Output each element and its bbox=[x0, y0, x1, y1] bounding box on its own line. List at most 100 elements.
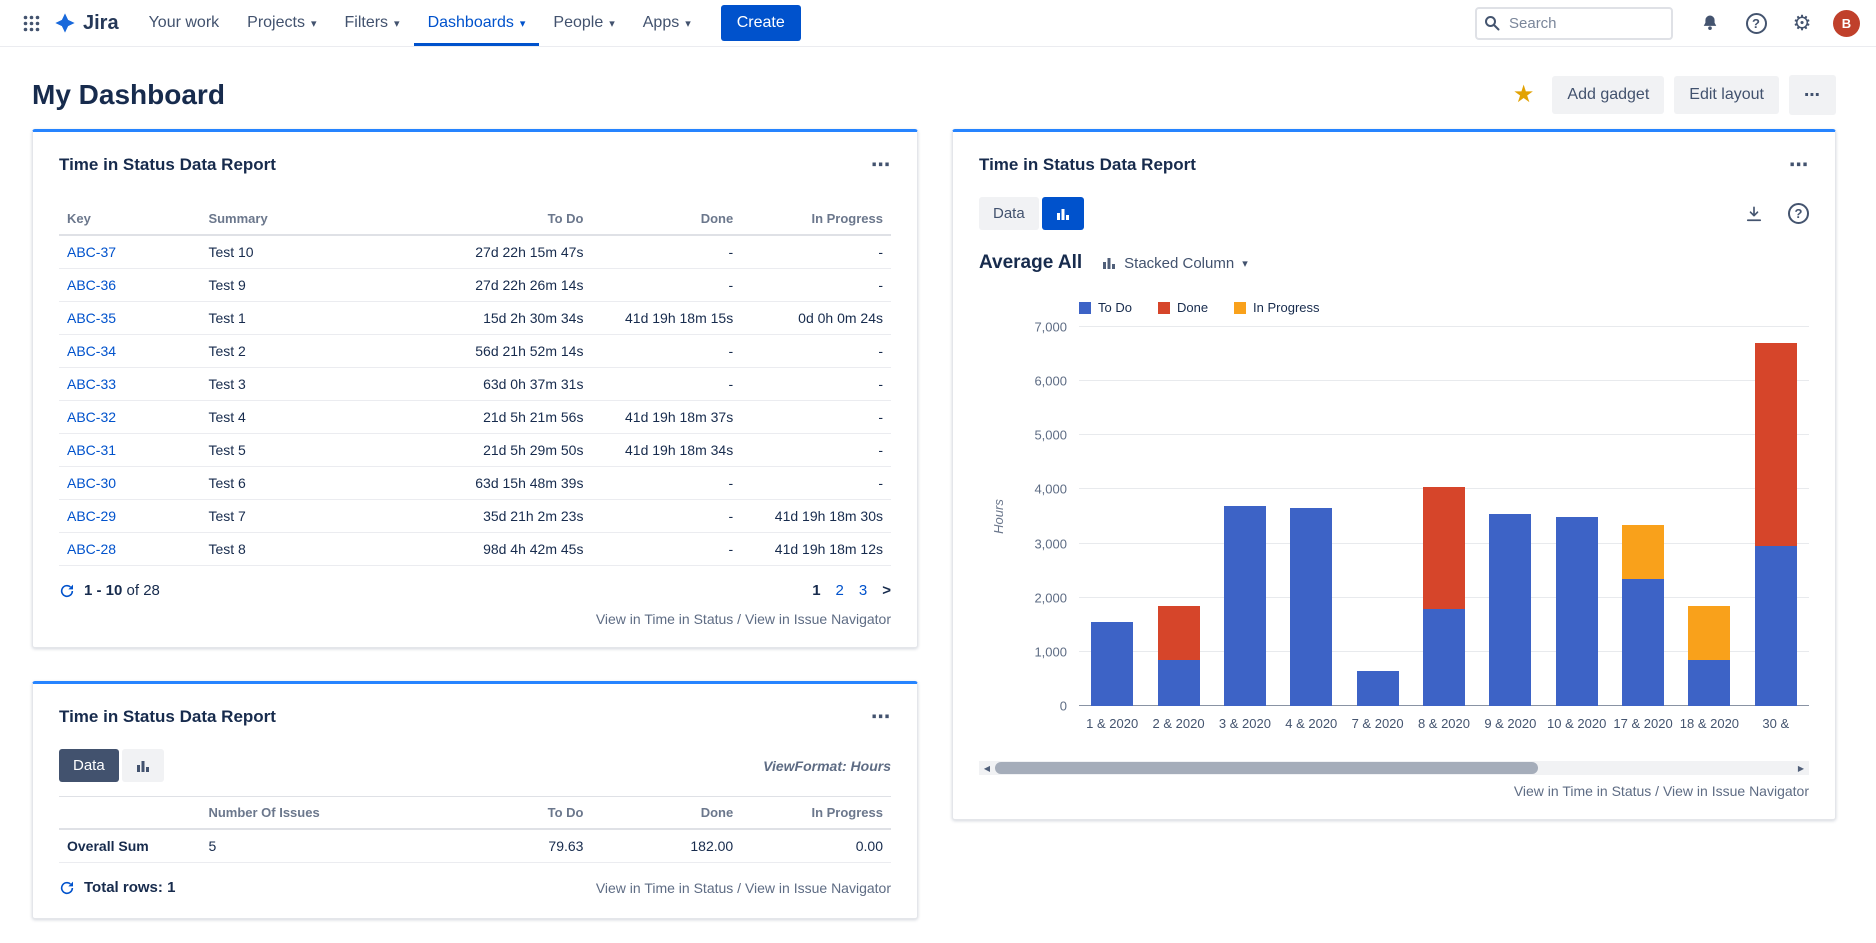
table-row: ABC-36Test 927d 22h 26m 14s-- bbox=[59, 269, 891, 302]
todo-value: 63d 0h 37m 31s bbox=[392, 368, 592, 401]
y-tick-label: 2,000 bbox=[1034, 590, 1067, 605]
done-value: - bbox=[591, 500, 741, 533]
data-view-button[interactable]: Data bbox=[979, 197, 1039, 230]
scroll-right-arrow-icon[interactable]: ▶ bbox=[1793, 761, 1809, 775]
dashboard-more-menu-icon[interactable]: ⋯ bbox=[1789, 75, 1836, 115]
page-link-2[interactable]: 2 bbox=[836, 582, 844, 599]
pager-row: 1 - 10 of 28 123> bbox=[33, 566, 917, 603]
nav-dashboards[interactable]: Dashboards▾ bbox=[414, 0, 540, 46]
refresh-icon[interactable] bbox=[59, 583, 75, 599]
legend-item-done[interactable]: Done bbox=[1158, 300, 1208, 315]
next-page-button[interactable]: > bbox=[882, 582, 891, 599]
app-switcher-icon[interactable] bbox=[16, 8, 46, 38]
inprogress-value: 0d 0h 0m 24s bbox=[741, 302, 891, 335]
search-icon bbox=[1484, 15, 1500, 31]
favorite-star-icon[interactable]: ★ bbox=[1513, 83, 1535, 107]
page-current[interactable]: 1 bbox=[812, 582, 820, 599]
todo-value: 98d 4h 42m 45s bbox=[392, 533, 592, 566]
todo-value: 21d 5h 29m 50s bbox=[392, 434, 592, 467]
add-gadget-button[interactable]: Add gadget bbox=[1552, 76, 1664, 114]
legend-label: To Do bbox=[1098, 300, 1132, 315]
bar-2-2020 bbox=[1145, 327, 1211, 706]
issue-key-link[interactable]: ABC-32 bbox=[67, 409, 116, 425]
dashboard-columns: Time in Status Data Report ⋯ Key Summary… bbox=[0, 129, 1876, 943]
table-row: ABC-35Test 115d 2h 30m 34s41d 19h 18m 15… bbox=[59, 302, 891, 335]
total-rows: Total rows: 1 bbox=[84, 879, 175, 896]
view-in-links[interactable]: View in Time in Status / View in Issue N… bbox=[596, 880, 891, 896]
chart-x-labels: 1 & 20202 & 20203 & 20204 & 20207 & 2020… bbox=[1079, 716, 1809, 731]
page-link-3[interactable]: 3 bbox=[859, 582, 867, 599]
chart-help-button[interactable]: ? bbox=[1788, 203, 1809, 224]
issue-key-link[interactable]: ABC-31 bbox=[67, 442, 116, 458]
chart-type-label: Stacked Column bbox=[1124, 255, 1234, 272]
chart-view-button[interactable] bbox=[122, 749, 164, 782]
y-tick-label: 1,000 bbox=[1034, 644, 1067, 659]
issue-key-link[interactable]: ABC-29 bbox=[67, 508, 116, 524]
export-button[interactable] bbox=[1744, 204, 1764, 224]
search-input[interactable] bbox=[1475, 7, 1673, 40]
done-value: 41d 19h 18m 37s bbox=[591, 401, 741, 434]
gadget-menu-icon[interactable]: ⋯ bbox=[871, 156, 891, 175]
view-in-links[interactable]: View in Time in Status / View in Issue N… bbox=[596, 611, 891, 627]
issue-key-link[interactable]: ABC-30 bbox=[67, 475, 116, 491]
issue-summary: Test 8 bbox=[200, 533, 391, 566]
issue-summary: Test 3 bbox=[200, 368, 391, 401]
data-view-button[interactable]: Data bbox=[59, 749, 119, 782]
user-avatar[interactable]: B bbox=[1833, 10, 1860, 37]
issue-key-link[interactable]: ABC-37 bbox=[67, 244, 116, 260]
scrollbar-track[interactable] bbox=[995, 761, 1793, 775]
jira-logo[interactable]: Jira bbox=[54, 12, 119, 35]
legend-item-to-do[interactable]: To Do bbox=[1079, 300, 1132, 315]
settings-button[interactable]: ⚙ bbox=[1787, 8, 1817, 38]
gadget-menu-icon[interactable]: ⋯ bbox=[871, 708, 891, 727]
nav-label: Your work bbox=[149, 14, 220, 32]
gadget-menu-icon[interactable]: ⋯ bbox=[1789, 156, 1809, 175]
issue-key-link[interactable]: ABC-33 bbox=[67, 376, 116, 392]
bar-segment-to-do bbox=[1489, 514, 1531, 706]
summary-footer: Total rows: 1 View in Time in Status / V… bbox=[33, 863, 917, 918]
gadget-time-in-status-chart: Time in Status Data Report ⋯ Data bbox=[952, 129, 1836, 820]
status-table-body: ABC-37Test 1027d 22h 15m 47s--ABC-36Test… bbox=[59, 235, 891, 566]
gadget-title: Time in Status Data Report bbox=[979, 155, 1196, 175]
gadget-time-in-status-summary: Time in Status Data Report ⋯ Data ViewFo… bbox=[32, 681, 918, 919]
issue-key-link[interactable]: ABC-28 bbox=[67, 541, 116, 557]
chart-view-button[interactable] bbox=[1042, 197, 1084, 230]
col-done: Done bbox=[591, 797, 741, 830]
download-icon bbox=[1744, 204, 1764, 224]
y-tick-label: 6,000 bbox=[1034, 374, 1067, 389]
nav-label: People bbox=[553, 14, 603, 32]
view-in-links[interactable]: View in Time in Status / View in Issue N… bbox=[1514, 783, 1809, 799]
grid-icon bbox=[23, 15, 40, 32]
issue-key-link[interactable]: ABC-34 bbox=[67, 343, 116, 359]
chart-type-select[interactable]: Stacked Column ▾ bbox=[1102, 255, 1248, 272]
x-tick-label: 17 & 2020 bbox=[1610, 716, 1676, 731]
nav-filters[interactable]: Filters▾ bbox=[330, 0, 413, 46]
todo-value: 35d 21h 2m 23s bbox=[392, 500, 592, 533]
nav-projects[interactable]: Projects▾ bbox=[233, 0, 330, 46]
scroll-left-arrow-icon[interactable]: ◀ bbox=[979, 761, 995, 775]
summary-table: Number Of Issues To Do Done In Progress … bbox=[59, 796, 891, 863]
legend-item-in-progress[interactable]: In Progress bbox=[1234, 300, 1319, 315]
table-row: ABC-33Test 363d 0h 37m 31s-- bbox=[59, 368, 891, 401]
issue-key-link[interactable]: ABC-36 bbox=[67, 277, 116, 293]
scrollbar-thumb[interactable] bbox=[995, 762, 1538, 774]
x-tick-label: 3 & 2020 bbox=[1212, 716, 1278, 731]
notifications-button[interactable] bbox=[1695, 8, 1725, 38]
create-button[interactable]: Create bbox=[721, 5, 801, 41]
chart-bars bbox=[1079, 327, 1809, 706]
refresh-icon[interactable] bbox=[59, 880, 75, 896]
key-cell: ABC-29 bbox=[59, 500, 200, 533]
nav-label: Filters bbox=[344, 14, 388, 32]
gadget-title: Time in Status Data Report bbox=[59, 155, 276, 175]
issue-summary: Test 5 bbox=[200, 434, 391, 467]
nav-apps[interactable]: Apps▾ bbox=[629, 0, 705, 46]
nav-your-work[interactable]: Your work bbox=[135, 0, 234, 46]
edit-layout-button[interactable]: Edit layout bbox=[1674, 76, 1779, 114]
legend-swatch bbox=[1079, 302, 1091, 314]
issue-key-link[interactable]: ABC-35 bbox=[67, 310, 116, 326]
nav-people[interactable]: People▾ bbox=[539, 0, 628, 46]
bar-10-2020 bbox=[1544, 327, 1610, 706]
help-button[interactable]: ? bbox=[1741, 8, 1771, 38]
status-table: Key Summary To Do Done In Progress ABC-3… bbox=[59, 203, 891, 566]
aggregation-mode-label: Average All bbox=[979, 252, 1082, 274]
